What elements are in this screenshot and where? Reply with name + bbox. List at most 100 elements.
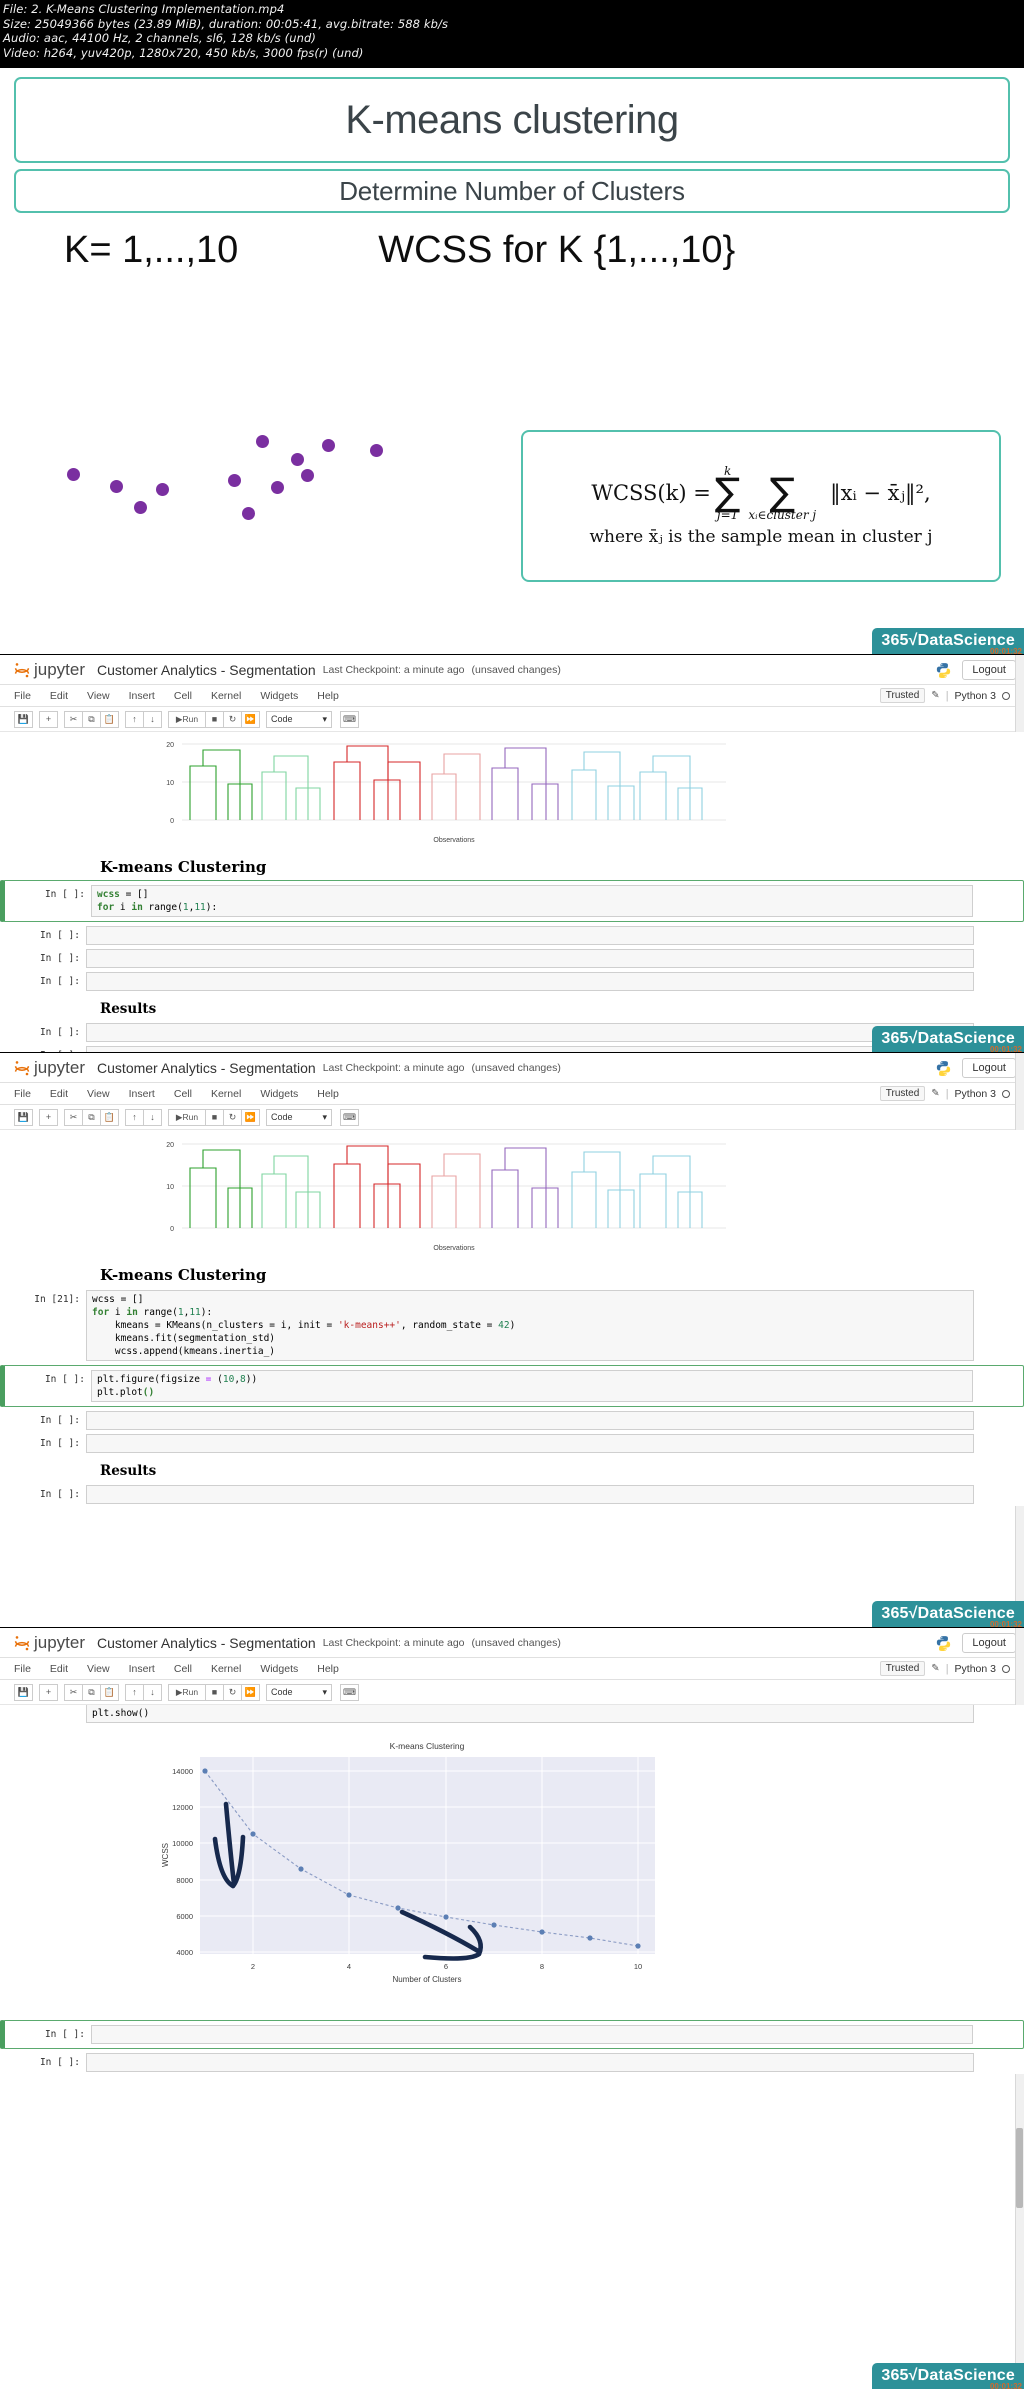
paste-icon[interactable]: 📋 bbox=[100, 710, 119, 728]
menu-item-view[interactable]: View bbox=[87, 690, 110, 702]
move-up-icon[interactable]: ↑ bbox=[125, 1683, 144, 1701]
code-cell[interactable]: In [ ]: bbox=[0, 947, 1024, 970]
keyboard-icon[interactable]: ⌨ bbox=[340, 1108, 359, 1126]
stop-icon[interactable]: ■ bbox=[205, 710, 224, 728]
menu-item-help[interactable]: Help bbox=[317, 690, 339, 702]
keyboard-icon[interactable]: ⌨ bbox=[340, 710, 359, 728]
menu-item-file[interactable]: File bbox=[14, 1088, 31, 1100]
code-editor[interactable]: plt.figure(figsize = (10,8)) plt.plot() bbox=[91, 1370, 973, 1402]
code-editor[interactable]: wcss = [] for i in range(1,11): kmeans =… bbox=[86, 1290, 974, 1361]
run-button[interactable]: ▶ Run bbox=[168, 710, 206, 728]
menu-item-kernel[interactable]: Kernel bbox=[211, 1663, 241, 1675]
logout-button[interactable]: Logout bbox=[962, 660, 1016, 680]
menu-item-file[interactable]: File bbox=[14, 1663, 31, 1675]
restart-run-all-icon[interactable]: ⏩ bbox=[241, 1683, 260, 1701]
logout-button[interactable]: Logout bbox=[962, 1633, 1016, 1653]
edit-pencil-icon[interactable]: ✎ bbox=[931, 1663, 939, 1674]
menu-item-view[interactable]: View bbox=[87, 1663, 110, 1675]
menu-item-edit[interactable]: Edit bbox=[50, 1663, 68, 1675]
notebook-title[interactable]: Customer Analytics - Segmentation bbox=[97, 662, 316, 678]
menu-item-edit[interactable]: Edit bbox=[50, 690, 68, 702]
save-icon[interactable]: 💾 bbox=[14, 1683, 33, 1701]
menu-item-kernel[interactable]: Kernel bbox=[211, 690, 241, 702]
move-down-icon[interactable]: ↓ bbox=[143, 1683, 162, 1701]
jupyter-logo[interactable]: jupyter bbox=[14, 1633, 85, 1653]
code-cell[interactable]: In [ ]: wcss = [] for i in range(1,11): bbox=[5, 883, 1023, 919]
jupyter-logo[interactable]: jupyter bbox=[14, 1058, 85, 1078]
restart-run-all-icon[interactable]: ⏩ bbox=[241, 710, 260, 728]
code-cell[interactable]: In [ ]: bbox=[0, 924, 1024, 947]
notebook-title[interactable]: Customer Analytics - Segmentation bbox=[97, 1635, 316, 1651]
code-editor[interactable] bbox=[86, 972, 974, 991]
scrollbar-thumb[interactable] bbox=[1016, 2128, 1023, 2208]
cut-icon[interactable]: ✂ bbox=[64, 1683, 83, 1701]
run-button[interactable]: ▶ Run bbox=[168, 1683, 206, 1701]
paste-icon[interactable]: 📋 bbox=[100, 1683, 119, 1701]
copy-icon[interactable]: ⧉ bbox=[82, 1683, 101, 1701]
code-cell[interactable]: In [ ]: bbox=[0, 1044, 1024, 1052]
copy-icon[interactable]: ⧉ bbox=[82, 710, 101, 728]
paste-icon[interactable]: 📋 bbox=[100, 1108, 119, 1126]
menu-item-cell[interactable]: Cell bbox=[174, 1088, 192, 1100]
stop-icon[interactable]: ■ bbox=[205, 1683, 224, 1701]
code-cell[interactable]: In [ ]: bbox=[0, 1432, 1024, 1455]
menu-item-insert[interactable]: Insert bbox=[129, 1663, 155, 1675]
code-editor[interactable] bbox=[86, 1485, 974, 1504]
menu-item-kernel[interactable]: Kernel bbox=[211, 1088, 241, 1100]
menu-item-widgets[interactable]: Widgets bbox=[260, 1663, 298, 1675]
cell-type-select[interactable]: Code ▾ bbox=[266, 710, 332, 728]
cell-type-select[interactable]: Code ▾ bbox=[266, 1108, 332, 1126]
menu-item-cell[interactable]: Cell bbox=[174, 690, 192, 702]
add-cell-icon[interactable]: + bbox=[39, 1683, 58, 1701]
code-editor[interactable] bbox=[86, 1411, 974, 1430]
code-cell[interactable]: In [ ]: bbox=[0, 2051, 1024, 2074]
cell-type-select[interactable]: Code ▾ bbox=[266, 1683, 332, 1701]
menu-item-help[interactable]: Help bbox=[317, 1088, 339, 1100]
code-cell[interactable]: In [ ]: bbox=[0, 970, 1024, 993]
restart-icon[interactable]: ↻ bbox=[223, 1108, 242, 1126]
add-cell-icon[interactable]: + bbox=[39, 1108, 58, 1126]
selected-cell-wrapper[interactable]: In [ ]: wcss = [] for i in range(1,11): bbox=[0, 880, 1024, 922]
save-icon[interactable]: 💾 bbox=[14, 710, 33, 728]
code-editor[interactable]: wcss = [] for i in range(1,11): bbox=[91, 885, 973, 917]
stop-icon[interactable]: ■ bbox=[205, 1108, 224, 1126]
menu-item-view[interactable]: View bbox=[87, 1088, 110, 1100]
restart-run-all-icon[interactable]: ⏩ bbox=[241, 1108, 260, 1126]
code-editor[interactable] bbox=[91, 2025, 973, 2044]
cut-icon[interactable]: ✂ bbox=[64, 1108, 83, 1126]
restart-icon[interactable]: ↻ bbox=[223, 1683, 242, 1701]
menu-item-insert[interactable]: Insert bbox=[129, 1088, 155, 1100]
move-down-icon[interactable]: ↓ bbox=[143, 1108, 162, 1126]
code-cell[interactable]: plt.show() bbox=[0, 1705, 1024, 1725]
add-cell-icon[interactable]: + bbox=[39, 710, 58, 728]
menu-item-widgets[interactable]: Widgets bbox=[260, 1088, 298, 1100]
code-editor[interactable] bbox=[86, 1434, 974, 1453]
menu-item-cell[interactable]: Cell bbox=[174, 1663, 192, 1675]
cut-icon[interactable]: ✂ bbox=[64, 710, 83, 728]
code-cell[interactable]: In [ ]: bbox=[5, 2023, 1023, 2046]
menu-item-help[interactable]: Help bbox=[317, 1663, 339, 1675]
selected-cell-wrapper[interactable]: In [ ]: bbox=[0, 2020, 1024, 2049]
move-up-icon[interactable]: ↑ bbox=[125, 710, 144, 728]
code-editor[interactable] bbox=[86, 926, 974, 945]
copy-icon[interactable]: ⧉ bbox=[82, 1108, 101, 1126]
menu-item-edit[interactable]: Edit bbox=[50, 1088, 68, 1100]
code-cell[interactable]: In [21]: wcss = [] for i in range(1,11):… bbox=[0, 1288, 1024, 1363]
code-cell[interactable]: In [ ]: bbox=[0, 1409, 1024, 1432]
notebook-title[interactable]: Customer Analytics - Segmentation bbox=[97, 1060, 316, 1076]
code-editor[interactable] bbox=[86, 1023, 974, 1042]
menu-item-insert[interactable]: Insert bbox=[129, 690, 155, 702]
code-editor[interactable] bbox=[86, 949, 974, 968]
code-cell[interactable]: In [ ]: bbox=[0, 1021, 1024, 1044]
edit-pencil-icon[interactable]: ✎ bbox=[931, 1088, 939, 1099]
restart-icon[interactable]: ↻ bbox=[223, 710, 242, 728]
code-editor[interactable] bbox=[86, 2053, 974, 2072]
logout-button[interactable]: Logout bbox=[962, 1058, 1016, 1078]
save-icon[interactable]: 💾 bbox=[14, 1108, 33, 1126]
move-up-icon[interactable]: ↑ bbox=[125, 1108, 144, 1126]
code-editor[interactable]: plt.show() bbox=[86, 1705, 974, 1723]
code-cell[interactable]: In [ ]: bbox=[0, 1483, 1024, 1506]
code-cell[interactable]: In [ ]: plt.figure(figsize = (10,8)) plt… bbox=[5, 1368, 1023, 1404]
selected-cell-wrapper[interactable]: In [ ]: plt.figure(figsize = (10,8)) plt… bbox=[0, 1365, 1024, 1407]
menu-item-widgets[interactable]: Widgets bbox=[260, 690, 298, 702]
